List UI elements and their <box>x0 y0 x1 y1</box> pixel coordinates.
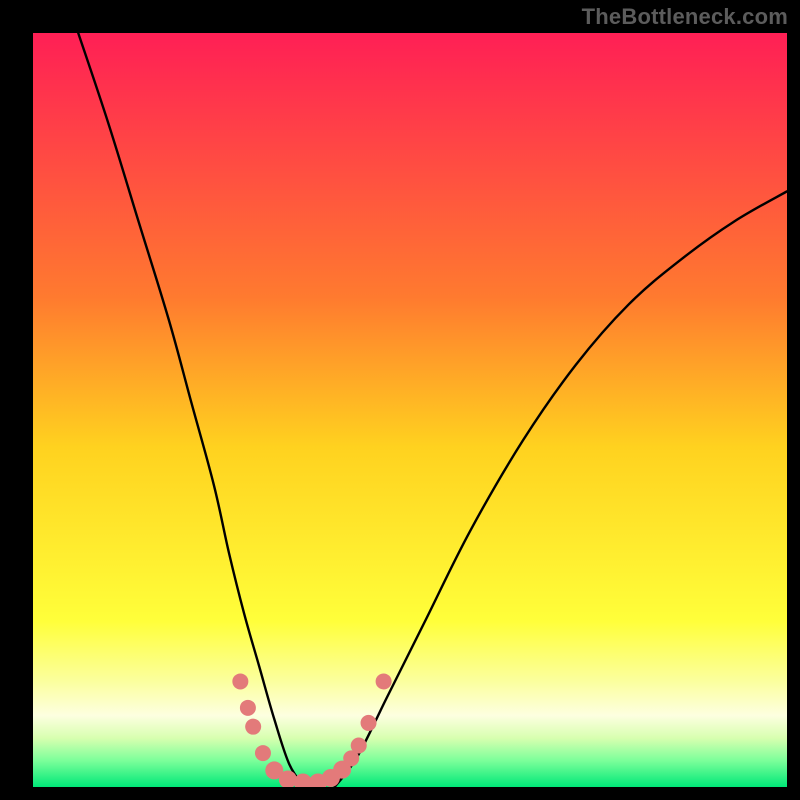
chart-svg <box>0 0 800 800</box>
chart-frame: TheBottleneck.com <box>0 0 800 800</box>
data-marker <box>376 673 392 689</box>
data-marker <box>279 770 297 788</box>
data-marker <box>361 715 377 731</box>
watermark-label: TheBottleneck.com <box>582 4 788 30</box>
data-marker <box>351 738 367 754</box>
data-marker <box>255 745 271 761</box>
data-marker <box>240 700 256 716</box>
data-marker <box>232 673 248 689</box>
data-marker <box>245 719 261 735</box>
plot-background <box>33 33 787 787</box>
